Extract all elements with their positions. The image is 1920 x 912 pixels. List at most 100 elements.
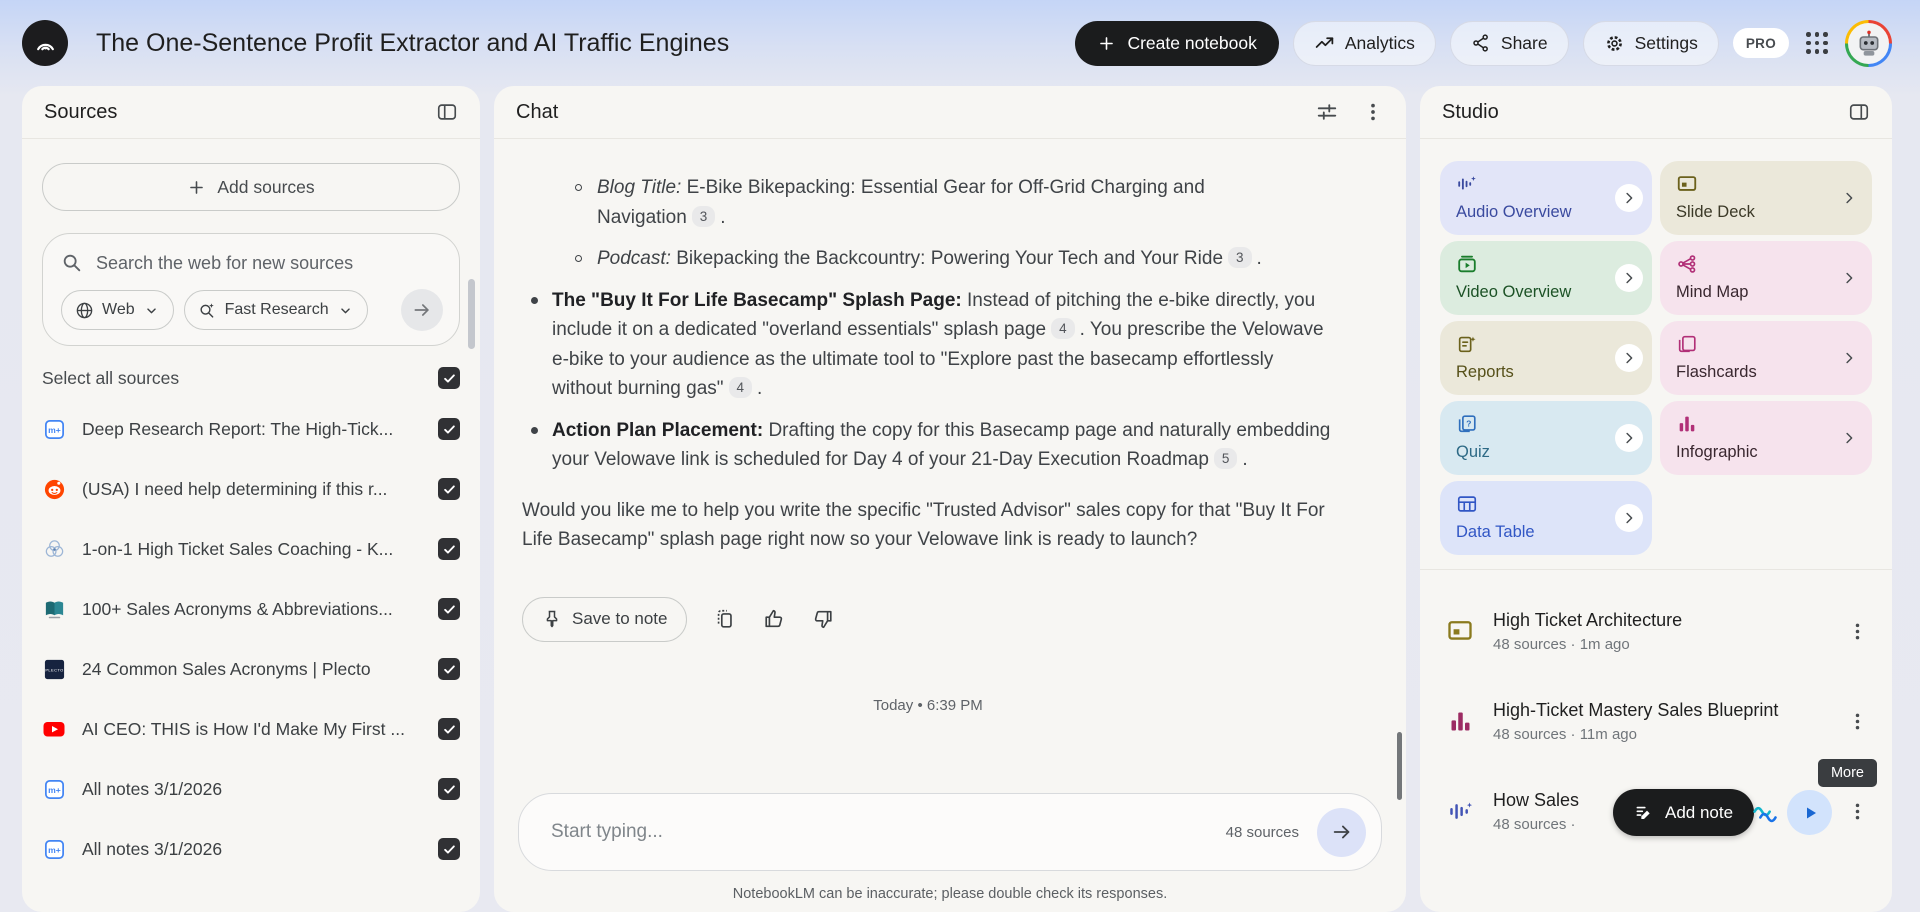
citation-chip[interactable]: 3 <box>1228 247 1252 268</box>
citation-chip[interactable]: 4 <box>1051 318 1075 339</box>
source-checkbox[interactable] <box>438 838 460 860</box>
send-button[interactable] <box>1317 808 1366 857</box>
card-audio-overview[interactable]: Audio Overview <box>1440 161 1652 235</box>
plecto-favicon-icon: PLECTO <box>42 657 66 681</box>
list-item-action-plan: Action Plan Placement: Drafting the copy… <box>522 416 1334 475</box>
select-all-checkbox[interactable] <box>438 367 460 389</box>
web-filter-dropdown[interactable]: Web <box>61 290 174 330</box>
card-mind-map[interactable]: Mind Map <box>1660 241 1872 315</box>
chat-more-menu-icon[interactable] <box>1362 101 1384 123</box>
citation-chip[interactable]: 5 <box>1214 448 1238 469</box>
card-data-table[interactable]: Data Table <box>1440 481 1652 555</box>
conversation-timestamp: Today • 6:39 PM <box>522 697 1334 714</box>
pro-badge: PRO <box>1733 28 1789 58</box>
card-flashcards[interactable]: Flashcards <box>1660 321 1872 395</box>
collapse-sources-panel-icon[interactable] <box>436 101 458 123</box>
chat-input[interactable]: Start typing... 48 sources <box>518 793 1382 871</box>
collapse-studio-panel-icon[interactable] <box>1848 101 1870 123</box>
source-row[interactable]: m+ All notes 3/1/2026 <box>42 759 460 819</box>
thumbs-up-icon[interactable] <box>763 608 785 630</box>
svg-text:m+: m+ <box>48 844 61 854</box>
bullet-marker <box>531 297 538 304</box>
web-search-box[interactable]: Search the web for new sources Web Fast … <box>42 233 460 346</box>
account-avatar[interactable] <box>1845 20 1892 67</box>
citation-chip[interactable]: 4 <box>729 377 753 398</box>
share-button[interactable]: Share <box>1450 21 1569 66</box>
chat-scrollbar[interactable] <box>1397 732 1402 800</box>
sources-list: m+ Deep Research Report: The High-Tick..… <box>42 399 460 879</box>
source-row[interactable]: m+ Deep Research Report: The High-Tick..… <box>42 399 460 459</box>
slide-deck-icon <box>1444 615 1476 647</box>
source-row[interactable]: AI CEO: THIS is How I'd Make My First ..… <box>42 699 460 759</box>
globe-icon <box>75 301 94 320</box>
plus-icon <box>1097 34 1116 53</box>
svg-text:m+: m+ <box>48 424 61 434</box>
source-row[interactable]: PLECTO 24 Common Sales Acronyms | Plecto <box>42 639 460 699</box>
chat-panel-title: Chat <box>516 101 558 124</box>
source-checkbox[interactable] <box>438 418 460 440</box>
studio-panel: Studio Audio Overview Slide Deck <box>1420 86 1892 912</box>
sources-count-label: 48 sources <box>1226 824 1299 841</box>
chat-input-placeholder: Start typing... <box>551 821 1208 843</box>
web-favicon-venn-icon <box>42 537 66 561</box>
search-input[interactable]: Search the web for new sources <box>96 253 353 274</box>
note-edit-icon <box>1634 803 1654 823</box>
thumbs-down-icon[interactable] <box>812 608 834 630</box>
source-checkbox[interactable] <box>438 658 460 680</box>
select-all-sources-label: Select all sources <box>42 368 179 389</box>
source-row[interactable]: m+ All notes 3/1/2026 <box>42 819 460 879</box>
mind-map-icon <box>1676 253 1698 275</box>
source-row[interactable]: (USA) I need help determining if this r.… <box>42 459 460 519</box>
card-infographic[interactable]: Infographic <box>1660 401 1872 475</box>
youtube-icon <box>42 717 66 741</box>
item-more-menu-icon[interactable] <box>1842 706 1872 736</box>
play-button[interactable] <box>1787 790 1832 835</box>
google-apps-grid-icon[interactable] <box>1803 29 1831 57</box>
save-to-note-button[interactable]: Save to note <box>522 597 687 642</box>
sources-scrollbar[interactable] <box>468 279 475 349</box>
arrow-right-icon <box>1331 821 1353 843</box>
studio-item-sales-blueprint[interactable]: High-Ticket Mastery Sales Blueprint 48 s… <box>1444 676 1872 766</box>
search-submit-button[interactable] <box>401 289 443 331</box>
chevron-right-icon <box>1615 264 1643 292</box>
notebook-title[interactable]: The One-Sentence Profit Extractor and AI… <box>96 29 1061 58</box>
svg-text:m+: m+ <box>48 784 61 794</box>
add-sources-button[interactable]: Add sources <box>42 163 460 211</box>
svg-text:?: ? <box>1466 418 1471 428</box>
pin-icon <box>542 609 562 629</box>
chat-scroll-area[interactable]: Blog Title: E-Bike Bikepacking: Essentia… <box>494 139 1406 793</box>
gear-icon <box>1604 33 1625 54</box>
source-checkbox[interactable] <box>438 778 460 800</box>
add-note-button[interactable]: Add note <box>1613 789 1754 836</box>
interactive-audio-icon[interactable] <box>1751 800 1779 828</box>
app-header: The One-Sentence Profit Extractor and AI… <box>0 0 1920 86</box>
source-row[interactable]: 100+ Sales Acronyms & Abbreviations... <box>42 579 460 639</box>
copy-icon[interactable] <box>714 608 736 630</box>
citation-chip[interactable]: 3 <box>692 206 716 227</box>
book-favicon-icon <box>42 597 66 621</box>
studio-item-high-ticket-architecture[interactable]: High Ticket Architecture 48 sources · 1m… <box>1444 586 1872 676</box>
card-slide-deck[interactable]: Slide Deck <box>1660 161 1872 235</box>
notebook-doc-icon: m+ <box>42 417 66 441</box>
source-row[interactable]: 1-on-1 High Ticket Sales Coaching - K... <box>42 519 460 579</box>
source-checkbox[interactable] <box>438 478 460 500</box>
card-quiz[interactable]: ? Quiz <box>1440 401 1652 475</box>
item-more-menu-icon[interactable] <box>1842 796 1872 826</box>
card-video-overview[interactable]: Video Overview <box>1440 241 1652 315</box>
source-checkbox[interactable] <box>438 538 460 560</box>
create-notebook-button[interactable]: Create notebook <box>1075 21 1278 66</box>
item-more-menu-icon[interactable] <box>1842 616 1872 646</box>
hollow-bullet-marker <box>575 184 582 191</box>
source-checkbox[interactable] <box>438 718 460 740</box>
analytics-button[interactable]: Analytics <box>1293 21 1436 66</box>
chevron-right-icon <box>1615 184 1643 212</box>
notebook-doc-icon: m+ <box>42 777 66 801</box>
settings-button[interactable]: Settings <box>1583 21 1719 66</box>
chevron-down-icon <box>337 302 354 319</box>
chat-settings-tune-icon[interactable] <box>1316 101 1338 123</box>
source-checkbox[interactable] <box>438 598 460 620</box>
card-reports[interactable]: Reports <box>1440 321 1652 395</box>
research-mode-dropdown[interactable]: Fast Research <box>184 290 368 330</box>
notebooklm-logo-icon[interactable] <box>22 20 68 66</box>
search-icon <box>61 252 83 274</box>
